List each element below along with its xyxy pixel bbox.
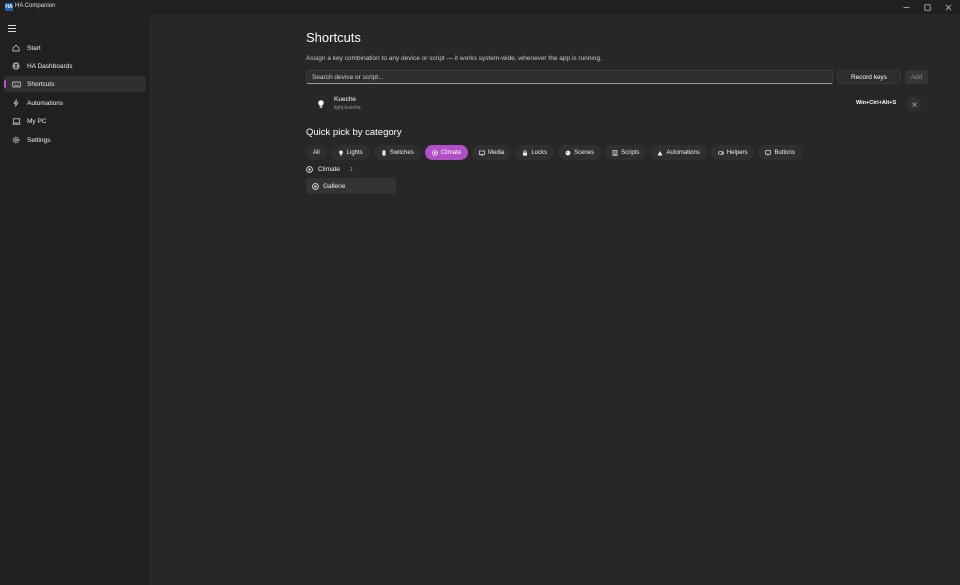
- sidebar-item-label: Settings: [27, 136, 51, 144]
- chip-label: All: [313, 149, 320, 156]
- chip-label: Locks: [531, 149, 548, 156]
- chip-helpers[interactable]: Helpers: [710, 145, 755, 160]
- sidebar-item-label: Automations: [27, 99, 64, 107]
- page-description: Assign a key combination to any device o…: [306, 55, 602, 62]
- sidebar-item-start[interactable]: Start: [4, 40, 146, 56]
- chip-locks[interactable]: Locks: [515, 145, 555, 160]
- chip-scenes[interactable]: Scenes: [558, 145, 602, 160]
- category-label: Climate: [318, 166, 341, 173]
- chip-switches[interactable]: Switches: [373, 145, 421, 160]
- menu-toggle-button[interactable]: [6, 22, 18, 34]
- minimize-icon: [903, 6, 910, 8]
- app-icon: HA: [5, 3, 13, 11]
- record-keys-button[interactable]: Record keys: [837, 70, 901, 84]
- search-input[interactable]: [306, 70, 833, 84]
- chip-label: Automations: [666, 149, 700, 156]
- media-icon: [479, 150, 485, 156]
- chip-label: Helpers: [726, 149, 748, 156]
- shortcut-entity-id: light.kueche: [334, 105, 361, 111]
- content-panel: Shortcuts Assign a key combination to an…: [149, 14, 960, 585]
- chip-label: Lights: [346, 149, 363, 156]
- climate-icon: [431, 149, 438, 156]
- chip-label: Buttons: [774, 149, 795, 156]
- add-button[interactable]: Add: [905, 70, 928, 84]
- sidebar-item-settings[interactable]: Settings: [4, 132, 146, 148]
- lightbulb-icon: [338, 150, 343, 155]
- scene-icon: [565, 150, 571, 155]
- climate-icon: [312, 182, 319, 190]
- sidebar-item-my-pc[interactable]: My PC: [4, 113, 146, 129]
- chip-scripts[interactable]: Scripts: [605, 145, 647, 160]
- close-icon: [945, 4, 952, 10]
- sidebar-item-shortcuts[interactable]: Shortcuts: [4, 76, 146, 92]
- close-button[interactable]: [938, 0, 959, 14]
- climate-icon: [306, 166, 313, 173]
- sidebar-item-label: My PC: [27, 117, 47, 125]
- sidebar-item-label: Start: [27, 44, 41, 52]
- sidebar-item-label: HA Dashboards: [27, 62, 73, 70]
- page-title: Shortcuts: [306, 30, 361, 45]
- chip-label: Scripts: [621, 149, 640, 156]
- remove-shortcut-button[interactable]: [907, 97, 921, 111]
- automation-icon: [657, 150, 663, 155]
- laptop-icon: [8, 113, 24, 129]
- gear-icon: [8, 132, 24, 148]
- shortcut-name: Kueche: [334, 96, 357, 103]
- lightbulb-icon: [318, 100, 324, 108]
- maximize-button[interactable]: [917, 0, 938, 14]
- entity-card-gallerie[interactable]: Gallerie: [306, 178, 396, 194]
- chip-label: Switches: [389, 149, 414, 156]
- chip-all[interactable]: All: [306, 145, 327, 160]
- script-icon: [612, 149, 618, 156]
- shortcut-key-combo: Win+Ctrl+Alt+S: [856, 100, 897, 106]
- section-title-quick-pick: Quick pick by category: [306, 127, 402, 138]
- sidebar-item-label: Shortcuts: [27, 80, 55, 88]
- helper-icon: [717, 150, 724, 155]
- switch-icon: [382, 149, 386, 156]
- sidebar-item-automations[interactable]: Automations: [4, 95, 146, 111]
- chip-label: Climate: [440, 149, 462, 156]
- category-chip-bar: All Lights Switches Climate Media Locks …: [306, 145, 802, 160]
- category-count: 1: [350, 166, 353, 173]
- category-header: Climate 1: [306, 166, 353, 173]
- keyboard-icon: [8, 76, 24, 92]
- sidebar: Start HA Dashboards Shortcuts Automation…: [0, 14, 149, 585]
- button-icon: [765, 149, 772, 156]
- chip-automations[interactable]: Automations: [650, 145, 707, 160]
- chip-lights[interactable]: Lights: [330, 145, 370, 160]
- chip-label: Scenes: [574, 149, 595, 156]
- globe-icon: [8, 58, 24, 74]
- minimize-button[interactable]: [896, 0, 917, 14]
- chip-climate[interactable]: Climate: [424, 145, 469, 160]
- hamburger-icon: [8, 24, 16, 26]
- sidebar-item-ha-dashboards[interactable]: HA Dashboards: [4, 58, 146, 74]
- title-bar: HA HA Companion: [0, 0, 960, 14]
- close-icon: [911, 101, 917, 107]
- shortcut-row[interactable]: Kueche light.kueche Win+Ctrl+Alt+S: [306, 95, 928, 115]
- maximize-icon: [924, 3, 931, 11]
- home-icon: [8, 40, 24, 56]
- window-title: HA Companion: [15, 3, 56, 9]
- entity-label: Gallerie: [323, 182, 346, 190]
- lock-icon: [523, 149, 528, 156]
- lightning-icon: [8, 95, 24, 111]
- chip-buttons[interactable]: Buttons: [758, 145, 802, 160]
- chip-media[interactable]: Media: [472, 145, 512, 160]
- chip-label: Media: [488, 149, 505, 156]
